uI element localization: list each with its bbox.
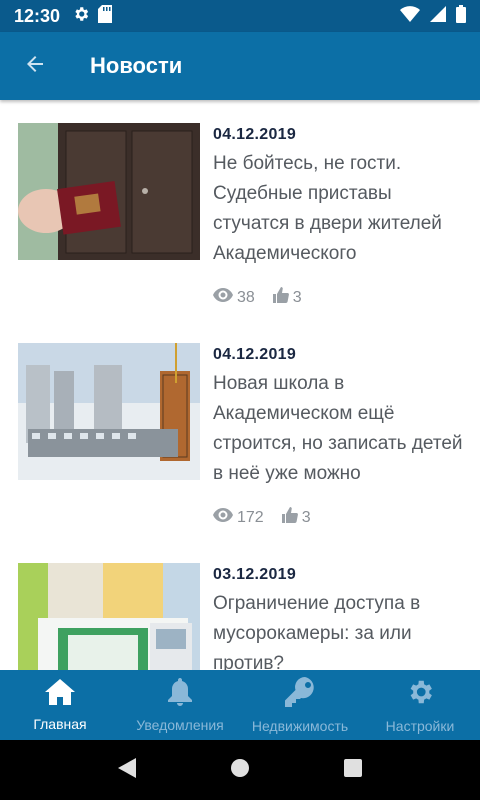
tab-settings[interactable]: Настройки (360, 670, 480, 740)
news-title: Не бойтесь, не гости. Судебные приставы … (213, 153, 442, 264)
screen: 12:30 Новости 04.12.2019 Не бойтесь, не … (0, 0, 480, 800)
tab-label: Уведомления (136, 716, 224, 733)
arrow-left-icon (23, 52, 47, 81)
system-recents-button[interactable] (333, 750, 373, 790)
recents-square-icon (344, 758, 363, 782)
news-item[interactable]: 04.12.2019 Не бойтесь, не гости. Судебны… (18, 123, 468, 323)
news-stats: 172 3 (213, 507, 329, 528)
tab-home[interactable]: Главная (0, 670, 120, 740)
tab-notifications[interactable]: Уведомления (120, 670, 240, 740)
gear-icon (405, 677, 435, 712)
news-feed[interactable]: 04.12.2019 Не бойтесь, не гости. Судебны… (0, 100, 480, 670)
tab-label: Недвижимость (251, 717, 349, 734)
sd-card-icon (98, 4, 113, 28)
gear-icon (72, 5, 90, 28)
back-triangle-icon (117, 757, 136, 783)
bell-icon (167, 677, 193, 711)
back-button[interactable] (0, 32, 70, 100)
signal-icon (430, 5, 446, 27)
key-icon (285, 676, 315, 712)
battery-icon (456, 4, 466, 28)
system-back-button[interactable] (107, 750, 147, 790)
bottom-navigation: Главная Уведомления Недвижимость Настрой… (0, 670, 480, 740)
news-stats: 38 3 (213, 287, 320, 308)
home-icon (45, 678, 75, 710)
home-circle-icon (230, 758, 250, 783)
app-bar: Новости (0, 32, 480, 100)
status-time: 12:30 (14, 5, 61, 26)
news-thumbnail (18, 563, 200, 670)
status-bar: 12:30 (0, 0, 480, 32)
tab-real-estate[interactable]: Недвижимость (240, 670, 360, 740)
news-title: Новая школа в Академическом ещё строится… (213, 373, 463, 484)
news-date: 03.12.2019 (213, 566, 297, 583)
tab-label: Настройки (385, 717, 455, 734)
system-home-button[interactable] (220, 750, 260, 790)
tab-label: Главная (33, 715, 87, 732)
news-thumbnail (18, 123, 200, 260)
views-count: 172 (237, 508, 264, 526)
news-date: 04.12.2019 (213, 126, 297, 143)
news-item[interactable]: 03.12.2019 Ограничение доступа в мусорок… (18, 563, 468, 670)
views-count: 38 (237, 288, 255, 306)
page-title: Новости (90, 53, 183, 78)
news-date: 04.12.2019 (213, 346, 297, 363)
system-navigation-bar (0, 740, 480, 800)
thumbs-up-icon[interactable] (272, 287, 289, 308)
thumbs-up-icon[interactable] (281, 507, 298, 528)
news-thumbnail (18, 343, 200, 480)
wifi-icon (400, 5, 420, 27)
likes-count: 3 (292, 288, 302, 306)
news-title: Ограничение доступа в мусорокамеры: за и… (213, 593, 421, 670)
eye-icon (213, 508, 233, 527)
likes-count: 3 (301, 508, 311, 526)
eye-icon (213, 288, 233, 307)
news-item[interactable]: 04.12.2019 Новая школа в Академическом е… (18, 343, 468, 543)
